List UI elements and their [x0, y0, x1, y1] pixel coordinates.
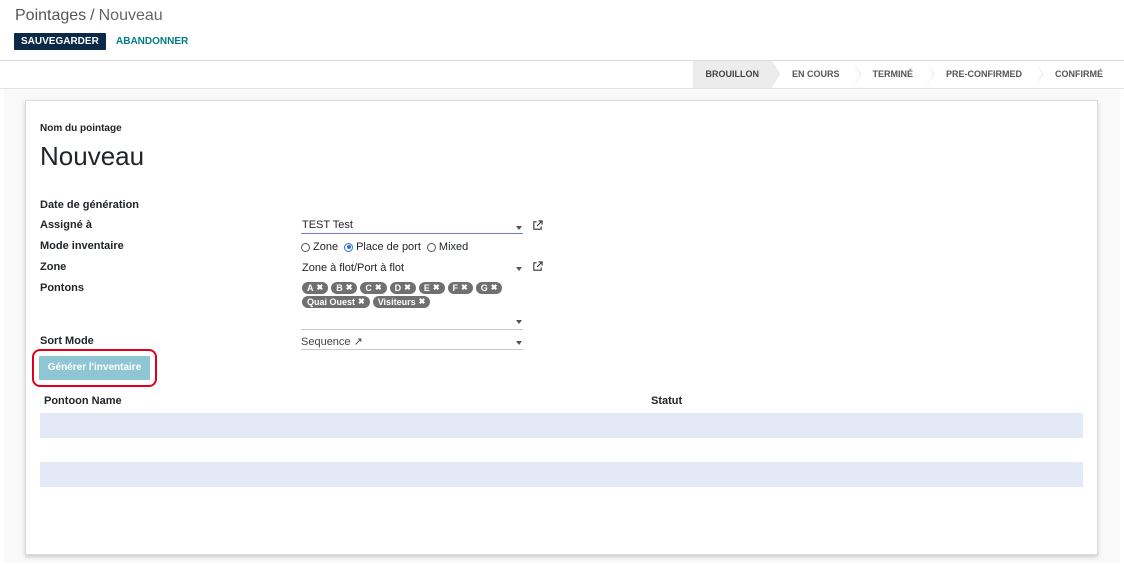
tag-quai-ouest[interactable]: Quai Ouest ✖ — [302, 296, 370, 308]
tag-g[interactable]: G ✖ — [475, 282, 503, 294]
table-row — [40, 413, 1083, 438]
assigned-value: TEST Test — [302, 219, 353, 231]
breadcrumb: Pointages / Nouveau — [15, 7, 163, 25]
remove-tag-icon[interactable]: ✖ — [491, 282, 498, 294]
stage-termine[interactable]: TERMINÉ — [852, 61, 934, 88]
zone-chevron-down-icon[interactable] — [516, 267, 522, 271]
remove-tag-icon[interactable]: ✖ — [346, 282, 353, 294]
assigned-chevron-down-icon[interactable] — [516, 226, 522, 230]
mode-option-zone[interactable]: Zone — [301, 241, 338, 253]
tag-label: G — [480, 283, 488, 293]
stage-pre-confirmed[interactable]: PRE-CONFIRMED — [926, 61, 1043, 88]
tag-b[interactable]: B ✖ — [331, 282, 358, 294]
tag-e[interactable]: E ✖ — [418, 282, 445, 294]
zone-external-link-icon[interactable] — [532, 261, 543, 272]
pontons-chevron-down-icon[interactable] — [516, 320, 522, 324]
tag-label: Visiteurs — [377, 297, 416, 307]
remove-tag-icon[interactable]: ✖ — [375, 282, 382, 294]
stage-en-cours[interactable]: EN COURS — [771, 61, 860, 88]
tag-label: C — [365, 283, 372, 293]
column-pontoon-name[interactable]: Pontoon Name — [44, 395, 122, 407]
pontons-tags: A ✖ B ✖ C ✖ D ✖ E ✖ F ✖ G ✖ Quai Ouest ✖ Visiteu… — [302, 282, 527, 308]
tag-label: F — [452, 283, 459, 293]
radio-checked-icon[interactable] — [344, 242, 354, 252]
mode-option-label: Mixed — [438, 241, 469, 253]
form-sheet: Nom du pointage Nouveau Date de générati… — [25, 100, 1098, 555]
save-button[interactable]: SAUVEGARDER — [14, 33, 106, 50]
stage-confirme[interactable]: CONFIRMÉ — [1035, 61, 1116, 88]
tag-visiteurs[interactable]: Visiteurs ✖ — [372, 296, 431, 308]
column-statut[interactable]: Statut — [651, 395, 682, 407]
mode-option-label: Zone — [313, 241, 339, 253]
name-label: Nom du pointage — [40, 123, 122, 134]
tag-label: E — [423, 283, 430, 293]
assigned-label: Assigné à — [40, 219, 92, 231]
remove-tag-icon[interactable]: ✖ — [433, 282, 440, 294]
tag-d[interactable]: D ✖ — [389, 282, 416, 294]
pontons-label: Pontons — [40, 282, 84, 294]
pontons-input[interactable] — [301, 317, 523, 330]
mode-option-label: Place de port — [356, 241, 421, 253]
tag-label: D — [394, 283, 402, 293]
mode-option-place[interactable]: Place de port — [344, 241, 421, 253]
sort-mode-chevron-down-icon[interactable] — [516, 341, 522, 345]
breadcrumb-separator: / — [90, 7, 95, 24]
tag-label: Quai Ouest — [307, 297, 356, 307]
remove-tag-icon[interactable]: ✖ — [461, 282, 468, 294]
breadcrumb-current: Nouveau — [98, 7, 163, 24]
generate-inventory-button[interactable]: Générer l'inventaire — [39, 356, 150, 380]
remove-tag-icon[interactable]: ✖ — [419, 296, 426, 308]
mode-label: Mode inventaire — [40, 240, 124, 252]
zone-value[interactable]: Zone à flot/Port à flot — [302, 262, 404, 274]
table-row — [40, 438, 1083, 463]
sort-mode-label: Sort Mode — [40, 335, 94, 347]
remove-tag-icon[interactable]: ✖ — [317, 282, 324, 294]
record-title[interactable]: Nouveau — [40, 141, 144, 172]
sort-mode-value: Sequence ↗ — [301, 336, 363, 348]
breadcrumb-parent[interactable]: Pointages — [15, 7, 86, 24]
zone-label: Zone — [40, 261, 67, 273]
assigned-external-link-icon[interactable] — [532, 220, 543, 231]
radio-icon[interactable] — [426, 242, 436, 252]
tag-f[interactable]: F ✖ — [447, 282, 473, 294]
highlight-outline: Générer l'inventaire — [32, 349, 157, 387]
table-row — [40, 462, 1083, 487]
stage-brouillon[interactable]: BROUILLON — [693, 61, 780, 88]
tag-label: B — [336, 283, 343, 293]
tag-label: A — [307, 283, 314, 293]
radio-icon[interactable] — [301, 242, 310, 252]
remove-tag-icon[interactable]: ✖ — [358, 296, 365, 308]
mode-option-mixed[interactable]: Mixed — [426, 241, 469, 253]
discard-button[interactable]: ABANDONNER — [116, 33, 188, 50]
date-label: Date de génération — [40, 199, 140, 211]
tag-a[interactable]: A ✖ — [302, 282, 329, 294]
statusbar: BROUILLON EN COURS TERMINÉ PRE-CONFIRMED… — [693, 61, 1116, 88]
tag-c[interactable]: C ✖ — [360, 282, 387, 294]
mode-radio-group: Zone Place de port Mixed — [301, 241, 474, 253]
remove-tag-icon[interactable]: ✖ — [404, 282, 411, 294]
